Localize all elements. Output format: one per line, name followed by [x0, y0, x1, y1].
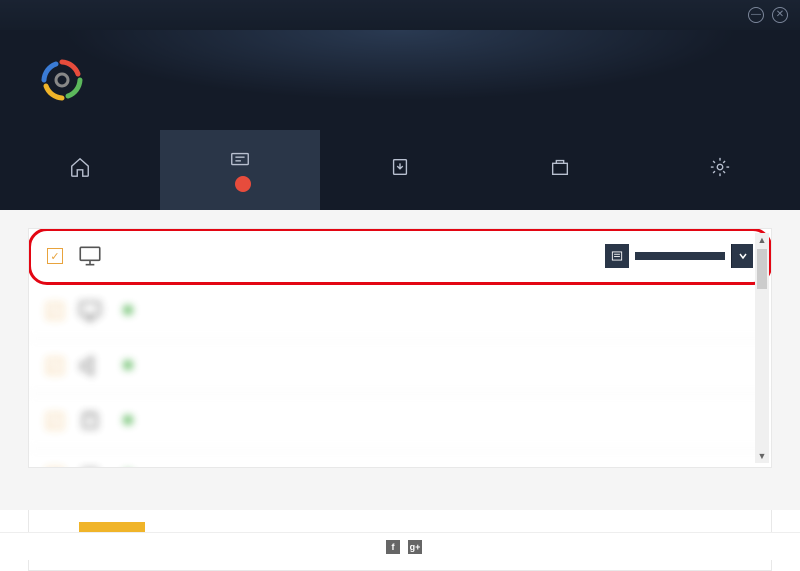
updates-badge — [235, 176, 251, 192]
scrollbar[interactable]: ▲ ▼ — [755, 233, 769, 463]
logo — [40, 58, 96, 102]
scroll-down[interactable]: ▼ — [755, 449, 769, 463]
title-bar: — ✕ — [0, 0, 800, 30]
row-checkbox[interactable]: ✓ — [47, 413, 63, 429]
footer: f g+ — [0, 532, 800, 560]
update-button[interactable] — [635, 252, 725, 260]
close-button[interactable]: ✕ — [772, 7, 788, 23]
row-checkbox[interactable]: ✓ — [47, 358, 63, 374]
driver-row[interactable]: ✓ — [29, 394, 771, 449]
nav-home[interactable] — [0, 130, 160, 210]
nav-restore[interactable] — [480, 130, 640, 210]
driver-row[interactable]: ✓ — [29, 449, 771, 468]
nav-driver-updates[interactable] — [160, 130, 320, 210]
gplus-icon[interactable]: g+ — [408, 540, 422, 554]
row-checkbox[interactable]: ✓ — [47, 248, 63, 264]
ok-dot-icon — [123, 305, 133, 315]
driver-name — [117, 413, 753, 428]
details-button[interactable] — [605, 244, 629, 268]
updates-icon — [229, 148, 251, 170]
app-header — [0, 30, 800, 130]
audio-icon — [77, 353, 103, 379]
driver-list: ✓ ✓ ✓ — [28, 228, 772, 468]
driver-name — [117, 358, 753, 373]
main-nav — [0, 130, 800, 210]
content-area: ✓ ✓ ✓ — [0, 210, 800, 510]
scroll-up[interactable]: ▲ — [755, 233, 769, 247]
driver-name — [117, 468, 753, 469]
ok-dot-icon — [123, 360, 133, 370]
scroll-thumb[interactable] — [757, 249, 767, 289]
chip-icon — [77, 408, 103, 434]
driver-name — [117, 303, 753, 318]
update-dropdown[interactable] — [731, 244, 753, 268]
restore-icon — [549, 156, 571, 178]
driver-row-highlighted[interactable]: ✓ — [29, 229, 771, 284]
monitor-icon — [77, 298, 103, 324]
driver-row[interactable]: ✓ — [29, 339, 771, 394]
chip-icon — [77, 463, 103, 468]
row-checkbox[interactable]: ✓ — [47, 303, 63, 319]
driver-row[interactable]: ✓ — [29, 284, 771, 339]
minimize-button[interactable]: — — [748, 7, 764, 23]
backup-icon — [389, 156, 411, 178]
facebook-icon[interactable]: f — [386, 540, 400, 554]
settings-icon — [709, 156, 731, 178]
nav-backup[interactable] — [320, 130, 480, 210]
monitor-icon — [77, 243, 103, 269]
nav-settings[interactable] — [640, 130, 800, 210]
logo-icon — [40, 58, 84, 102]
home-icon — [69, 156, 91, 178]
ok-dot-icon — [123, 415, 133, 425]
